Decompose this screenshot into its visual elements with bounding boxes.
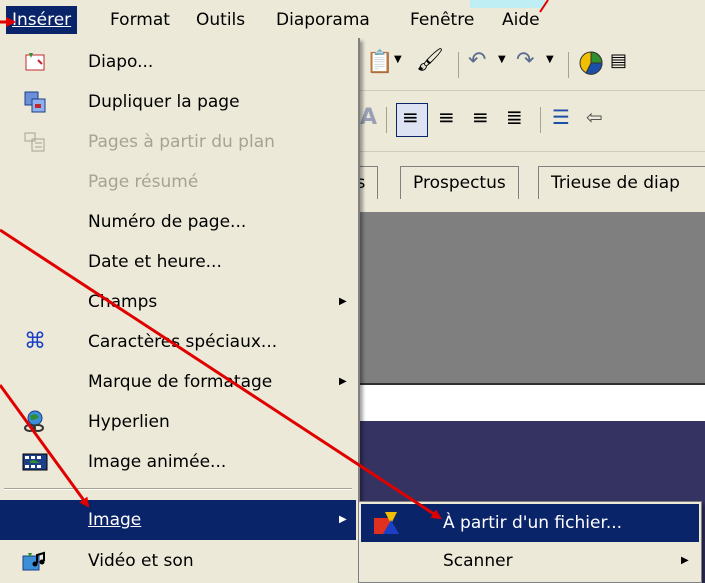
shadow-text-icon[interactable]: A	[360, 105, 377, 130]
undo-icon[interactable]: ↶	[468, 48, 486, 73]
menu-inserer[interactable]: Insérer	[6, 6, 78, 34]
menu-item-numero-de-page[interactable]: Numéro de page...	[0, 202, 356, 242]
hyperlink-icon	[22, 410, 48, 434]
menu-fenetre[interactable]: Fenêtre	[404, 6, 480, 34]
menu-aide[interactable]: Aide	[496, 6, 546, 34]
outline-pages-icon	[22, 130, 48, 154]
submenu-item-a-partir-d-un-fichier[interactable]: À partir d'un fichier...	[361, 504, 699, 542]
video-sound-icon	[22, 549, 48, 573]
chevron-down-icon[interactable]: ▼	[394, 54, 402, 65]
submenu-arrow-icon: ▶	[339, 296, 347, 307]
menu-item-video-et-son[interactable]: Vidéo et son	[0, 541, 356, 581]
decrease-indent-icon[interactable]: ⇦	[586, 105, 603, 129]
menu-item-page-resume: Page résumé	[88, 172, 199, 192]
menu-diaporama[interactable]: Diaporama	[270, 6, 376, 34]
toolbar-separator	[568, 52, 569, 78]
animated-image-icon	[22, 450, 48, 474]
from-file-icon	[373, 510, 399, 534]
tab-trieuse-de-diapos[interactable]: Trieuse de diap	[538, 166, 705, 199]
menu-item-hyperlien[interactable]: Hyperlien	[0, 402, 356, 442]
menu-separator	[4, 488, 352, 490]
image-submenu: À partir d'un fichier... Scanner ▶	[358, 501, 702, 583]
menu-item-caracteres-speciaux[interactable]: ⌘ Caractères spéciaux...	[0, 322, 356, 362]
formatting-toolbar: A ≡ ≡ ≡ ≣ ☰ ⇦	[340, 91, 705, 152]
menu-format[interactable]: Format	[104, 6, 176, 34]
paste-icon[interactable]: 📋	[366, 50, 393, 75]
format-paintbrush-icon[interactable]: 🖌	[416, 48, 444, 73]
submenu-arrow-icon: ▶	[681, 555, 689, 566]
redo-icon[interactable]: ↷	[516, 48, 534, 73]
align-center-icon[interactable]: ≡	[438, 105, 455, 129]
view-tabs: es Prospectus Trieuse de diap	[334, 152, 705, 214]
menu-outils[interactable]: Outils	[190, 6, 251, 34]
table-icon[interactable]: ▤	[610, 50, 627, 71]
menu-item-marque-de-formatage[interactable]: Marque de formatage ▶	[0, 362, 356, 402]
submenu-arrow-icon: ▶	[339, 376, 347, 387]
tab-prospectus[interactable]: Prospectus	[400, 166, 519, 199]
menu-bar: Insérer Format Outils Diaporama Fenêtre …	[0, 0, 705, 39]
toolbar-separator	[540, 107, 541, 133]
menu-item-pages-a-partir-du-plan: Pages à partir du plan	[0, 122, 356, 162]
toolbar-separator	[386, 107, 387, 133]
menu-item-diapo[interactable]: Diapo...	[0, 42, 356, 82]
menu-item-image[interactable]: Image ▶	[0, 500, 356, 540]
insert-menu: Diapo... Dupliquer la page Pages à parti…	[0, 38, 360, 583]
justify-icon[interactable]: ≣	[506, 105, 523, 129]
menu-item-image-animee[interactable]: Image animée...	[0, 442, 356, 482]
menu-item-dupliquer-la-page[interactable]: Dupliquer la page	[0, 82, 356, 122]
menu-item-date-et-heure[interactable]: Date et heure...	[0, 242, 356, 282]
submenu-arrow-icon: ▶	[339, 514, 347, 525]
toolbar-separator	[458, 52, 459, 78]
align-right-icon[interactable]: ≡	[472, 105, 489, 129]
workspace-background	[340, 213, 705, 383]
submenu-item-scanner[interactable]: Scanner ▶	[361, 542, 699, 580]
chevron-down-icon[interactable]: ▼	[498, 54, 506, 65]
duplicate-page-icon	[22, 90, 48, 114]
align-left-icon: ≡	[402, 105, 419, 129]
chart-icon[interactable]	[578, 50, 604, 82]
special-characters-icon: ⌘	[24, 329, 46, 354]
chevron-down-icon[interactable]: ▼	[546, 54, 554, 65]
standard-toolbar: 📋 ▼ 🖌 ↶ ▼ ↷ ▼ ▤	[340, 38, 705, 91]
slide-icon	[22, 50, 48, 74]
bullet-list-icon[interactable]: ☰	[552, 105, 570, 129]
slide-canvas[interactable]	[340, 383, 705, 423]
menu-item-champs[interactable]: Champs ▶	[0, 282, 356, 322]
